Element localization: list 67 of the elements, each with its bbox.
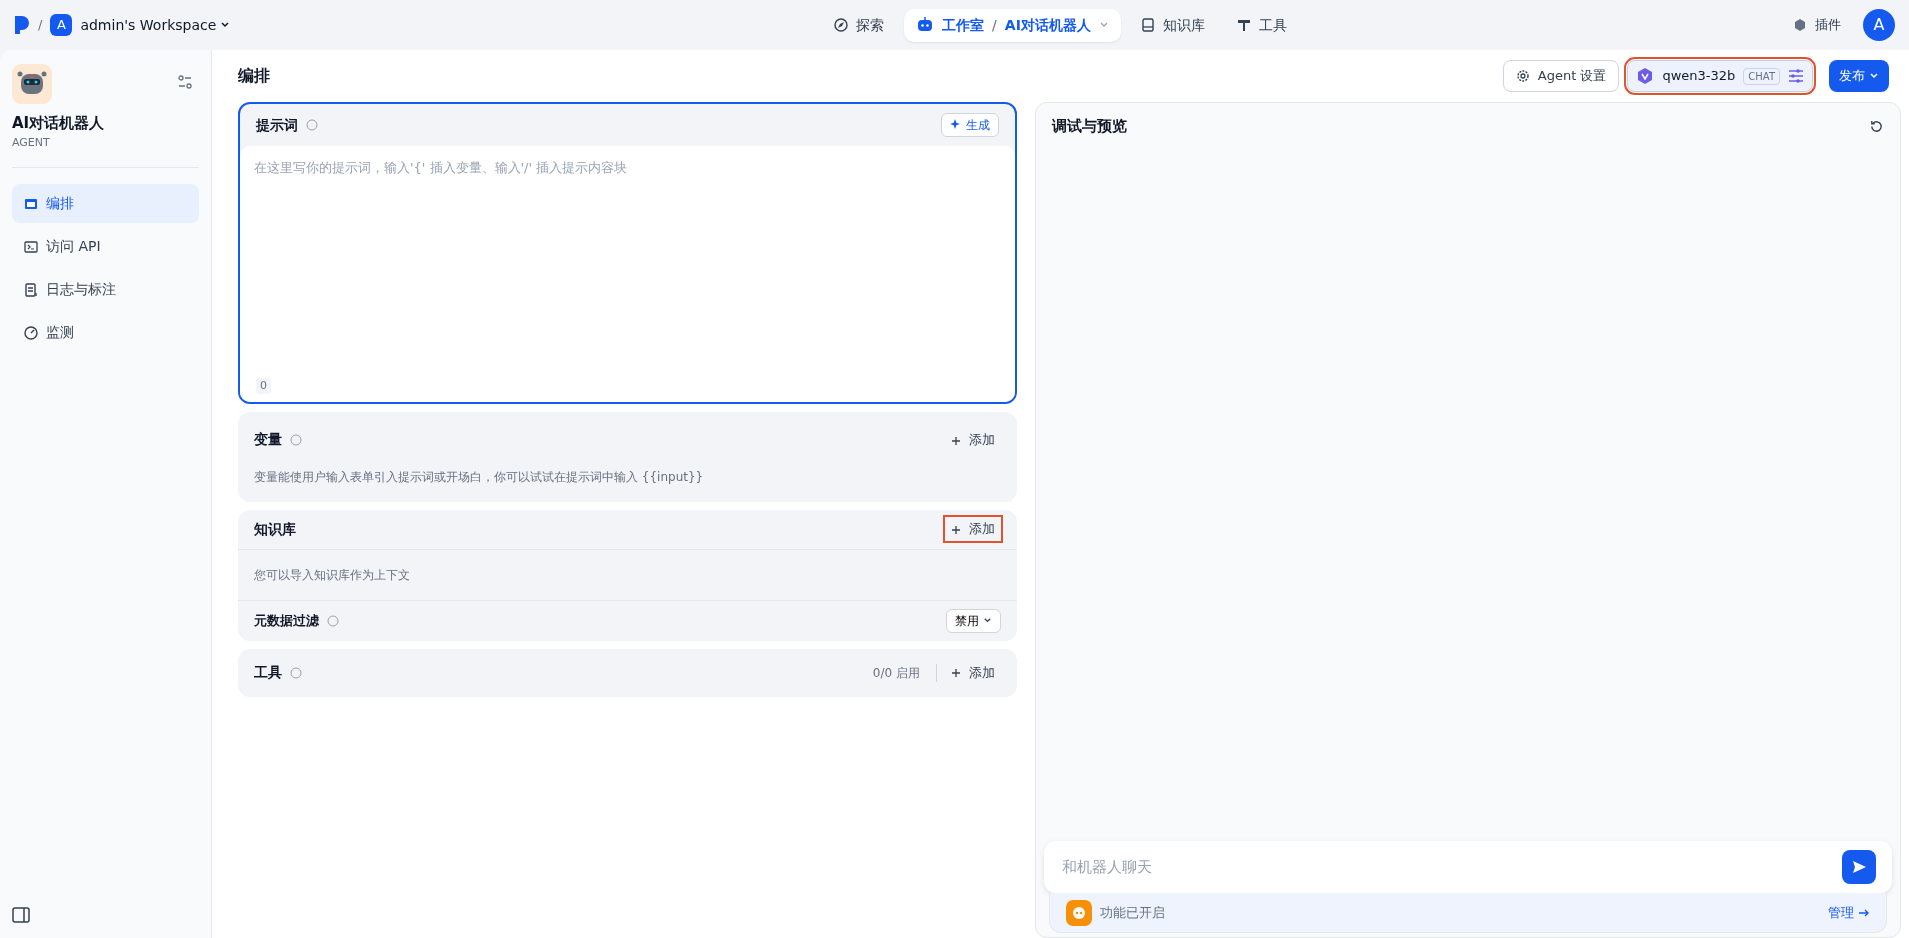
filter-label: 元数据过滤 — [254, 611, 319, 630]
sidebar-item[interactable]: 编排 — [12, 184, 199, 223]
section-title: 工具 — [254, 663, 282, 682]
plugins-button[interactable]: 插件 — [1787, 14, 1847, 36]
terminal-icon — [24, 239, 38, 254]
user-avatar[interactable]: A — [1863, 9, 1895, 41]
chevron-down-icon — [983, 616, 992, 625]
sidebar-item[interactable]: 日志与标注 — [12, 270, 199, 309]
prompt-field[interactable]: 在这里写你的提示词，输入'{' 插入变量、输入'/' 插入提示内容块 0 — [240, 146, 1015, 402]
chat-input[interactable]: 和机器人聊天 — [1060, 854, 1834, 880]
model-logo-icon — [1636, 67, 1655, 85]
compass-icon — [834, 18, 849, 32]
plus-icon — [951, 668, 961, 679]
workspace-avatar: A — [50, 14, 73, 36]
sparkle-icon — [950, 119, 962, 131]
prompt-input[interactable]: 在这里写你的提示词，输入'{' 插入变量、输入'/' 插入提示内容块 — [240, 146, 1015, 378]
robot-icon — [916, 17, 935, 33]
document-icon — [24, 282, 38, 297]
logo-icon[interactable] — [14, 15, 30, 35]
settings-icon — [1515, 69, 1530, 83]
add-button[interactable]: 添加 — [945, 660, 1001, 685]
send-icon — [1851, 859, 1867, 875]
chevron-down-icon — [220, 20, 231, 30]
manage-link[interactable]: 管理 — [1828, 902, 1870, 923]
publish-button[interactable]: 发布 — [1829, 60, 1889, 92]
section-title: 提示词 — [256, 115, 298, 135]
sidebar-item[interactable]: 访问 API — [12, 227, 199, 266]
add-button[interactable]: 添加 — [945, 517, 1001, 541]
agent-settings-button[interactable]: Agent 设置 — [1502, 60, 1620, 92]
page-title: 编排 — [238, 65, 271, 87]
cube-icon — [1793, 18, 1807, 32]
app-name: AI对话机器人 — [12, 113, 106, 134]
breadcrumb-separator: / — [38, 16, 43, 35]
section-title: 变量 — [254, 430, 282, 450]
plus-icon — [951, 524, 961, 535]
sliders-icon — [1788, 69, 1804, 83]
filter-dropdown[interactable]: 禁用 — [946, 608, 1001, 633]
workspace-selector[interactable]: admin's Workspace — [80, 14, 231, 36]
tools-count: 0/0 启用 — [872, 663, 937, 682]
nav-tab[interactable]: 探索 — [822, 8, 897, 42]
gauge-icon — [24, 325, 38, 340]
robot-avatar — [12, 64, 52, 104]
book-icon — [1140, 18, 1155, 32]
layout-icon — [24, 196, 38, 211]
chevron-down-icon — [1869, 71, 1879, 81]
app-type: AGENT — [12, 134, 51, 151]
nav-tab[interactable]: 工作室 / AI对话机器人 — [904, 8, 1121, 42]
breadcrumb-separator: / — [992, 15, 997, 35]
mode-tag: CHAT — [1743, 67, 1780, 85]
sidebar-item[interactable]: 监测 — [12, 313, 199, 352]
send-button[interactable] — [1842, 850, 1876, 884]
plus-icon — [951, 435, 961, 446]
nav-tab[interactable]: 知识库 — [1128, 8, 1217, 42]
model-selector[interactable]: qwen3-32b CHAT — [1627, 60, 1813, 92]
sidebar-toggle-icon[interactable] — [12, 907, 30, 923]
nav-tab[interactable]: 工具 — [1224, 8, 1299, 42]
add-button[interactable]: 添加 — [945, 428, 1001, 452]
settings-icon[interactable] — [177, 74, 193, 90]
chat-field[interactable]: 和机器人聊天 — [1044, 841, 1892, 893]
character-count: 0 — [256, 377, 271, 394]
generate-button[interactable]: 生成 — [941, 113, 999, 137]
refresh-icon[interactable] — [1869, 118, 1884, 134]
section-description: 您可以导入知识库作为上下文 — [238, 549, 1017, 601]
section-title: 知识库 — [254, 519, 296, 539]
panel-title: 调试与预览 — [1052, 115, 1127, 137]
feature-status: 功能已开启 — [1100, 903, 1165, 922]
section-description: 变量能使用户输入表单引入提示词或开场白，你可以试试在提示词中输入 {{input}} — [254, 468, 705, 486]
